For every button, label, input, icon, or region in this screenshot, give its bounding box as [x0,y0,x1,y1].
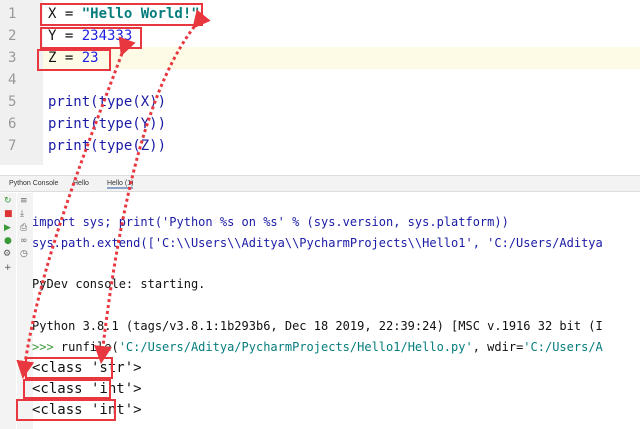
rerun-icon[interactable]: ↻ [4,196,12,206]
line-number: 2 [8,28,17,44]
run-icon[interactable]: ▶ [4,223,11,233]
console-line: sys.path.extend(['C:\\Users\\Aditya\\Pyc… [32,236,603,250]
console-line: Python 3.8.1 (tags/v3.8.1:1b293b6, Dec 1… [32,319,603,333]
annotation-box-int [23,379,111,399]
line-number: 1 [8,6,17,22]
annotation-box-str [25,357,113,379]
code-line: print(type(Y)) [48,116,167,132]
stop-icon[interactable]: ■ [4,209,13,219]
annotation-box-z [37,49,111,71]
annotation-box-int-2 [16,399,116,421]
debug-icon[interactable]: ● [4,236,12,246]
soft-wrap-icon[interactable]: ≡ [20,196,28,206]
add-icon[interactable]: + [4,263,12,273]
line-number: 3 [8,50,17,66]
history-icon[interactable]: ◷ [20,249,28,259]
variables-icon[interactable]: ∞ [20,236,28,246]
line-number: 4 [8,72,17,88]
line-number: 5 [8,94,17,110]
console-line: PyDev console: starting. [32,277,206,291]
annotation-box-y [40,27,142,49]
line-number: 7 [8,138,17,154]
scroll-to-end-icon[interactable]: ⤓ [20,209,24,219]
line-gutter: 1 2 3 4 5 6 7 [0,0,43,165]
code-line: print(type(Z)) [48,138,167,154]
console-toolbar: ↻ ■ ▶ ● ⚙ + [0,193,16,429]
tab-python-console[interactable]: Python Console [9,180,58,187]
line-number: 6 [8,116,17,132]
tab-hello-1[interactable]: Hello (1) [107,180,134,189]
tab-hello[interactable]: Hello [73,180,89,187]
settings-icon[interactable]: ⚙ [3,249,11,259]
console-line: import sys; print('Python %s on %s' % (s… [32,215,509,229]
annotation-box-x [40,3,203,26]
tool-window-tabs: Python Console Hello Hello (1) [0,175,640,192]
console-line: >>> runfile('C:/Users/Aditya/PycharmProj… [32,340,603,354]
code-line: print(type(X)) [48,94,167,110]
print-icon[interactable]: ⎙ [20,223,27,233]
